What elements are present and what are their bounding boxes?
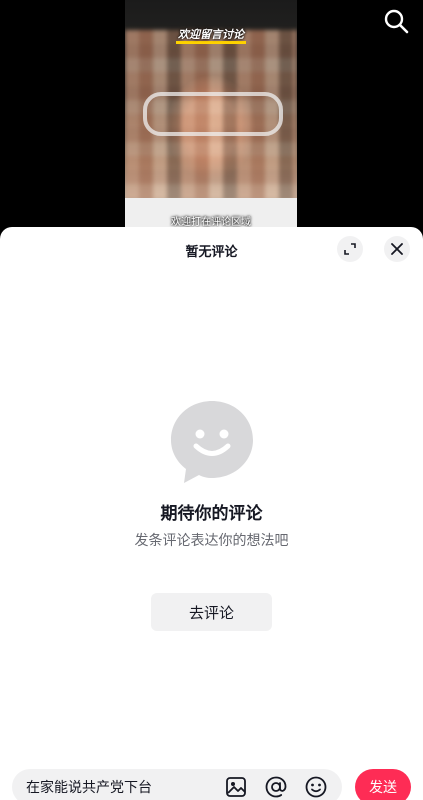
emoji-icon bbox=[305, 776, 327, 798]
image-button[interactable] bbox=[224, 775, 248, 799]
go-comment-button[interactable]: 去评论 bbox=[151, 593, 272, 631]
emoji-button[interactable] bbox=[304, 775, 328, 799]
video-player[interactable]: 欢迎留言讨论 欢迎打在评论区域 bbox=[0, 0, 423, 232]
search-button[interactable] bbox=[383, 8, 409, 34]
search-icon bbox=[384, 9, 409, 34]
close-button[interactable] bbox=[384, 236, 410, 262]
comment-sheet: 暂无评论 期待你的评论 发条评论表达你的想法吧 去评论 在家能说共产党下台 发送 bbox=[0, 227, 423, 800]
smile-chat-bubble-icon bbox=[170, 401, 253, 483]
video-frame[interactable]: 欢迎留言讨论 欢迎打在评论区域 bbox=[125, 0, 297, 232]
close-icon bbox=[391, 243, 403, 255]
comment-input[interactable] bbox=[26, 779, 224, 795]
glasses-shape bbox=[143, 92, 283, 136]
image-icon bbox=[226, 777, 246, 797]
expand-icon bbox=[344, 243, 356, 255]
expand-button[interactable] bbox=[337, 236, 363, 262]
comment-input-bar[interactable] bbox=[12, 769, 342, 800]
video-caption: 欢迎打在评论区域 bbox=[171, 217, 251, 228]
video-overlay-title: 欢迎留言讨论 bbox=[125, 26, 297, 44]
send-button[interactable]: 发送 bbox=[355, 769, 411, 800]
mention-button[interactable] bbox=[264, 775, 288, 799]
sheet-header: 暂无评论 bbox=[0, 227, 423, 271]
at-sign-icon bbox=[265, 776, 287, 798]
empty-subtitle: 发条评论表达你的想法吧 bbox=[134, 533, 289, 549]
empty-state: 期待你的评论 发条评论表达你的想法吧 bbox=[0, 397, 423, 550]
empty-title: 期待你的评论 bbox=[160, 504, 263, 524]
